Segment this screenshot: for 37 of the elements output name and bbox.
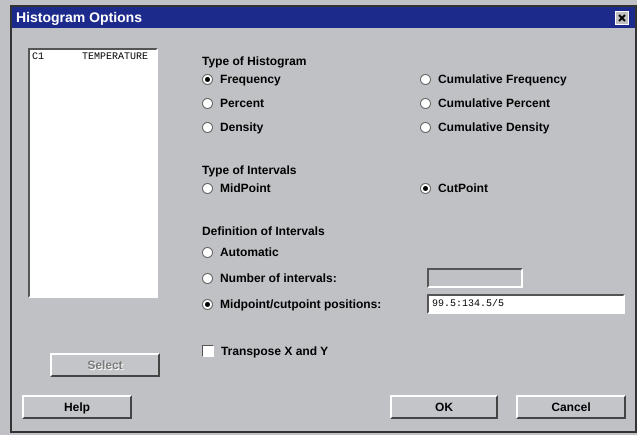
radio-button[interactable] xyxy=(202,272,213,284)
section-heading: Type of Histogram xyxy=(202,53,308,69)
radio-button[interactable] xyxy=(202,298,213,310)
radio-button[interactable] xyxy=(202,122,213,132)
radio-button[interactable] xyxy=(202,98,213,108)
option-label[interactable]: Cumulative Density xyxy=(438,118,550,136)
window-title: Histogram Options xyxy=(16,8,142,27)
option-label[interactable]: Cumulative Frequency xyxy=(438,70,567,88)
option-label[interactable]: Percent xyxy=(220,94,264,112)
close-icon xyxy=(618,14,626,22)
dialog-button[interactable]: OK xyxy=(390,395,498,419)
radio-button[interactable] xyxy=(420,122,431,132)
radio-button[interactable] xyxy=(420,182,431,194)
radio-button[interactable] xyxy=(202,74,213,84)
column-name[interactable]: TEMPERATURE xyxy=(82,52,148,64)
option-label[interactable]: MidPoint xyxy=(220,179,271,197)
column-id[interactable]: C1 xyxy=(32,52,82,64)
section-heading: Definition of Intervals xyxy=(202,223,326,239)
input-field[interactable] xyxy=(427,268,523,288)
option-label[interactable]: CutPoint xyxy=(438,179,488,197)
section-heading: Type of Intervals xyxy=(202,162,298,178)
option-label[interactable]: Midpoint/cutpoint positions: xyxy=(220,295,382,313)
radio-button[interactable] xyxy=(202,182,213,194)
option-label[interactable]: Number of intervals: xyxy=(220,269,337,287)
option-label[interactable]: Automatic xyxy=(220,243,279,261)
dialog-button[interactable]: Cancel xyxy=(516,395,626,419)
input-field[interactable]: 99.5:134.5/5 xyxy=(427,294,625,314)
checkbox-label[interactable]: Transpose X and Y xyxy=(221,342,328,360)
radio-button[interactable] xyxy=(202,246,213,258)
option-label[interactable]: Cumulative Percent xyxy=(438,94,550,112)
checkbox[interactable] xyxy=(202,345,214,357)
dialog-button[interactable]: Help xyxy=(22,395,132,419)
radio-button[interactable] xyxy=(420,98,431,108)
option-label[interactable]: Frequency xyxy=(220,70,281,88)
radio-button[interactable] xyxy=(420,74,431,84)
option-label[interactable]: Density xyxy=(220,118,264,136)
close-button[interactable] xyxy=(615,10,629,24)
